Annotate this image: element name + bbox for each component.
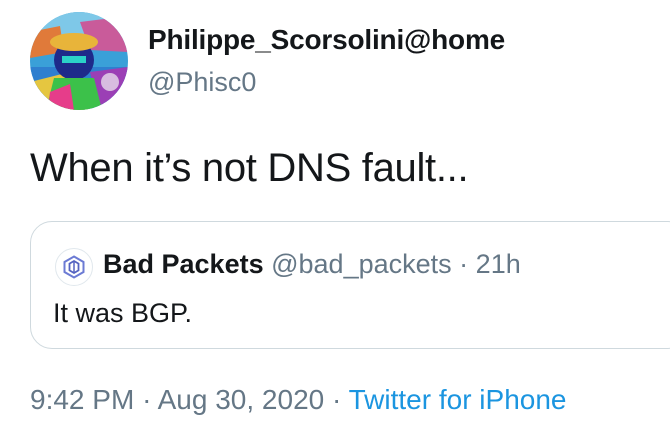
quoted-tweet-handle[interactable]: @bad_packets (271, 249, 452, 279)
avatar[interactable] (30, 12, 128, 110)
tweet-text: When it’s not DNS fault... (30, 146, 469, 190)
author-handle[interactable]: @Phisc0 (148, 67, 256, 98)
quoted-tweet-time-ago[interactable]: 21h (476, 249, 521, 279)
quoted-tweet-avatar[interactable] (55, 248, 93, 286)
author-display-name[interactable]: Philippe_Scorsolini@home (148, 24, 505, 56)
quoted-tweet-card[interactable]: Bad Packets @bad_packets · 21h It was BG… (30, 221, 670, 349)
quoted-tweet-display-name[interactable]: Bad Packets (103, 249, 264, 279)
quoted-tweet-header: Bad Packets @bad_packets · 21h (103, 249, 521, 280)
tweet-source-link[interactable]: Twitter for iPhone (349, 384, 567, 415)
tweet-date[interactable]: Aug 30, 2020 (158, 384, 325, 415)
tweet-time[interactable]: 9:42 PM (30, 384, 134, 415)
bad-packets-logo-icon (63, 255, 85, 279)
quoted-tweet-text: It was BGP. (53, 298, 193, 328)
tweet-footer: 9:42 PM · Aug 30, 2020 · Twitter for iPh… (30, 384, 566, 416)
quoted-tweet-separator: · (459, 249, 469, 279)
footer-separator: · (332, 384, 342, 415)
profile-photo-icon (30, 12, 128, 110)
footer-separator: · (142, 384, 152, 415)
